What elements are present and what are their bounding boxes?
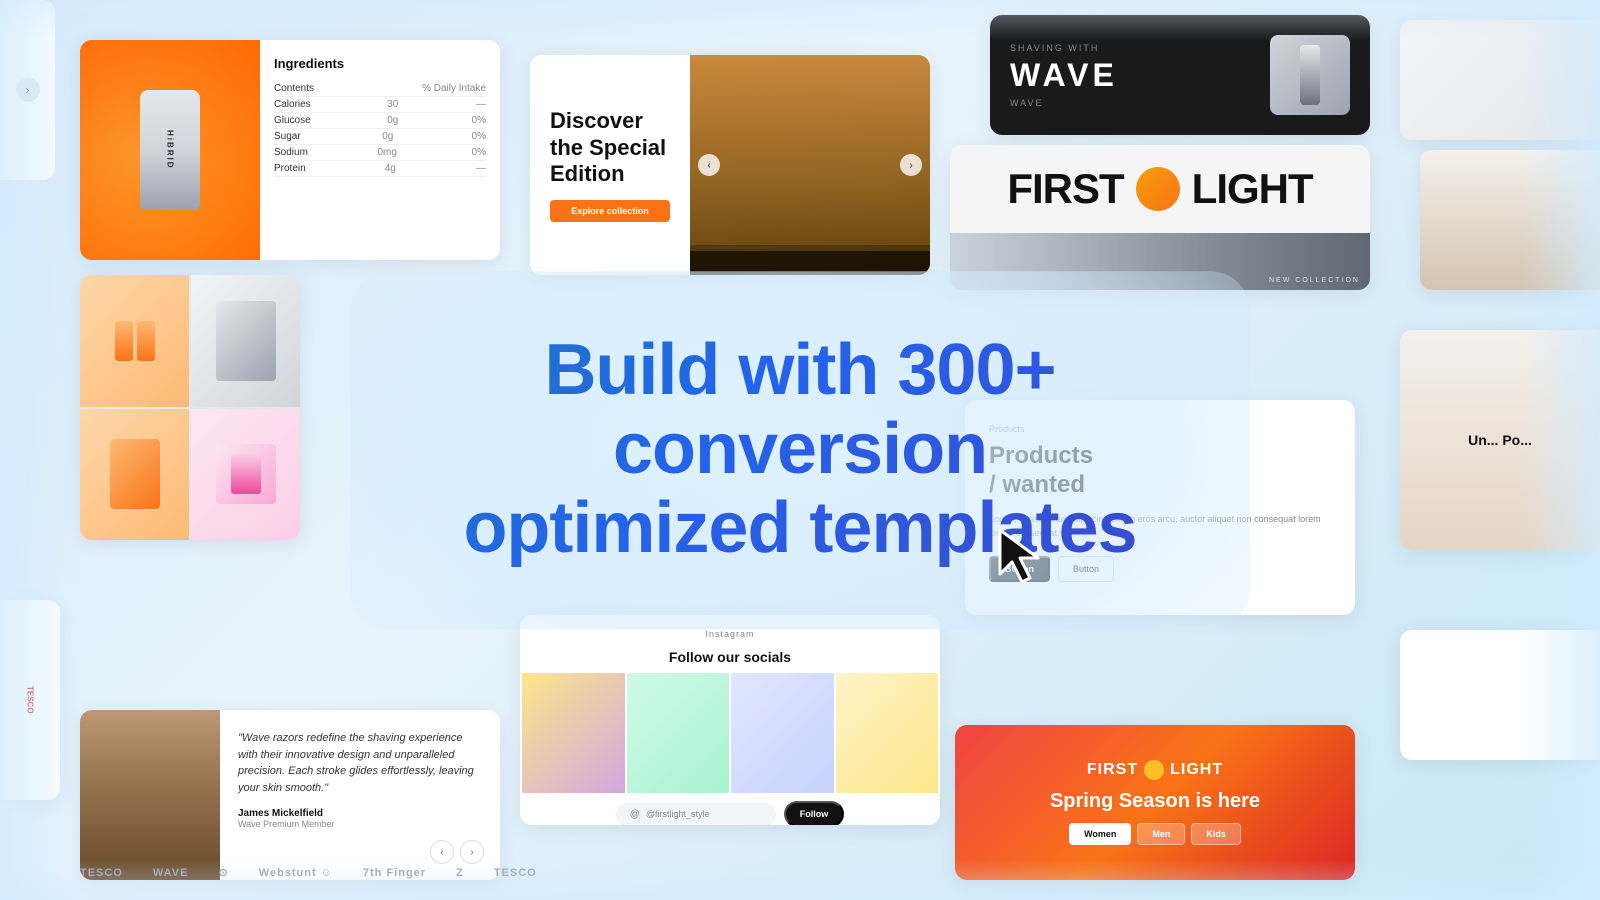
main-scene: Build with 300+ conversion optimized tem… xyxy=(0,0,1600,900)
table-row: Calories 30 — xyxy=(274,97,486,113)
logo-z: Z xyxy=(456,867,464,879)
fl-red-brand-text2: LIGHT xyxy=(1170,761,1223,779)
fl-sun-icon xyxy=(1136,167,1180,211)
ingredients-table: Ingredients Contents % Daily Intake Calo… xyxy=(260,40,500,260)
fl-women-button[interactable]: Women xyxy=(1069,823,1131,845)
discover-model-image: ‹ › kbook • Spring Lookbook • Spr kbook … xyxy=(690,55,930,275)
testimonial-author-name: James Mickelfield xyxy=(238,808,482,819)
ingredients-card: HiBRID Ingredients Contents % Daily Inta… xyxy=(80,40,500,260)
social-image-3 xyxy=(731,673,834,793)
carousel-nav: ‹ › xyxy=(690,154,930,176)
follow-button[interactable]: Follow xyxy=(784,801,845,825)
hibrid-brand-label: HiBRID xyxy=(166,130,175,170)
wave-product-image xyxy=(1270,35,1350,115)
fl-red-brand-text: FIRST xyxy=(1087,761,1138,779)
product-shape xyxy=(231,454,261,494)
ingredients-title: Ingredients xyxy=(274,56,486,71)
social-image-1 xyxy=(522,673,625,793)
table-row: Protein 4g — xyxy=(274,161,486,177)
explore-collection-button[interactable]: Explore collection xyxy=(550,200,670,222)
fl-men-button[interactable]: Men xyxy=(1137,823,1185,845)
grid-cell-1 xyxy=(80,275,189,407)
grid-cell-2 xyxy=(191,275,300,407)
first-light-card: FIRST LIGHT NEW COLLECTION xyxy=(950,145,1370,290)
hero-section: Build with 300+ conversion optimized tem… xyxy=(350,271,1250,629)
table-row: Glucose 0g 0% xyxy=(274,113,486,129)
can-group xyxy=(115,321,155,361)
logo-7th-finger: 7th Finger xyxy=(363,867,426,879)
logo-circle: ⊙ xyxy=(218,866,228,879)
tesco-logo: TESCO xyxy=(26,686,35,714)
can-3 xyxy=(110,439,160,509)
fl-collection-label: NEW COLLECTION xyxy=(1269,277,1360,284)
next-arrow[interactable]: › xyxy=(900,154,922,176)
social-image-4 xyxy=(836,673,939,793)
hibrid-can: HiBRID xyxy=(140,90,200,210)
product-image xyxy=(216,301,276,381)
socials-placeholder: @firstlight_style xyxy=(646,809,710,819)
cursor-icon xyxy=(992,522,1052,582)
discover-card: Discover the Special Edition Explore col… xyxy=(530,55,930,275)
left-arrow-icon[interactable]: › xyxy=(16,78,40,102)
far-right-bottom-card xyxy=(1400,630,1600,760)
table-row: Sugar 0g 0% xyxy=(274,129,486,145)
prev-arrow[interactable]: ‹ xyxy=(698,154,720,176)
wave-top-card: SHAVING WITH WAVE WAVE xyxy=(990,15,1370,135)
grid-cell-4 xyxy=(191,409,300,541)
hero-title: Build with 300+ conversion optimized tem… xyxy=(390,331,1210,569)
wave-large-text: WAVE xyxy=(1010,57,1118,94)
right-partial-bottom xyxy=(1420,150,1600,290)
fl-red-tagline: Spring Season is here xyxy=(1050,790,1260,813)
logo-tesco-1: TESCO xyxy=(80,867,123,879)
social-image-2 xyxy=(627,673,730,793)
wave-section: SHAVING WITH WAVE WAVE xyxy=(1010,43,1118,108)
can-1 xyxy=(115,321,133,361)
testimonial-author-role: Wave Premium Member xyxy=(238,819,482,829)
wave-small-text: SHAVING WITH xyxy=(1010,43,1118,53)
table-row: Sodium 0mg 0% xyxy=(274,145,486,161)
socials-grid xyxy=(522,673,938,793)
at-icon: @ xyxy=(630,809,640,820)
fl-red-logo: FIRST LIGHT xyxy=(1087,760,1223,780)
fl-kids-button[interactable]: Kids xyxy=(1191,823,1241,845)
wave-label: WAVE xyxy=(1010,98,1118,108)
fl-red-buttons: Women Men Kids xyxy=(1069,823,1241,845)
tesco-partial-card: TESCO xyxy=(0,600,60,800)
can-2 xyxy=(137,321,155,361)
discover-heading: Discover the Special Edition xyxy=(550,108,670,187)
far-right-top-card: Un... Po... xyxy=(1400,330,1600,550)
left-arrow-partial: › xyxy=(0,0,55,180)
far-right-text: Un... Po... xyxy=(1458,422,1542,458)
first-light-header: FIRST LIGHT xyxy=(950,145,1370,233)
logo-webstunt: Webstunt ☺ xyxy=(259,867,333,879)
product-box xyxy=(216,444,276,504)
fl-red-sun-icon xyxy=(1144,760,1164,780)
socials-input[interactable]: @ @firstlight_style xyxy=(616,803,776,826)
right-partial-top xyxy=(1400,20,1600,140)
logo-tesco-2: TESCO xyxy=(494,867,537,879)
logo-wave: WAVE xyxy=(153,867,189,879)
hibrid-grid-card xyxy=(80,275,300,540)
socials-card: Instagram Follow our socials @ @firstlig… xyxy=(520,615,940,825)
table-row: Contents % Daily Intake xyxy=(274,81,486,97)
grid-cell-3 xyxy=(80,409,189,541)
partial-model xyxy=(1420,150,1600,290)
fl-text-left: FIRST xyxy=(1007,165,1123,213)
socials-footer: @ @firstlight_style Follow xyxy=(520,793,940,825)
hibrid-can-image: HiBRID xyxy=(80,40,260,260)
fl-text-right: LIGHT xyxy=(1192,165,1313,213)
discover-text-side: Discover the Special Edition Explore col… xyxy=(530,55,690,275)
socials-title: Follow our socials xyxy=(520,649,940,665)
wave-product-shape xyxy=(1300,45,1320,105)
testimonial-quote: "Wave razors redefine the shaving experi… xyxy=(238,730,482,796)
first-light-red-card: FIRST LIGHT Spring Season is here Women … xyxy=(955,725,1355,880)
